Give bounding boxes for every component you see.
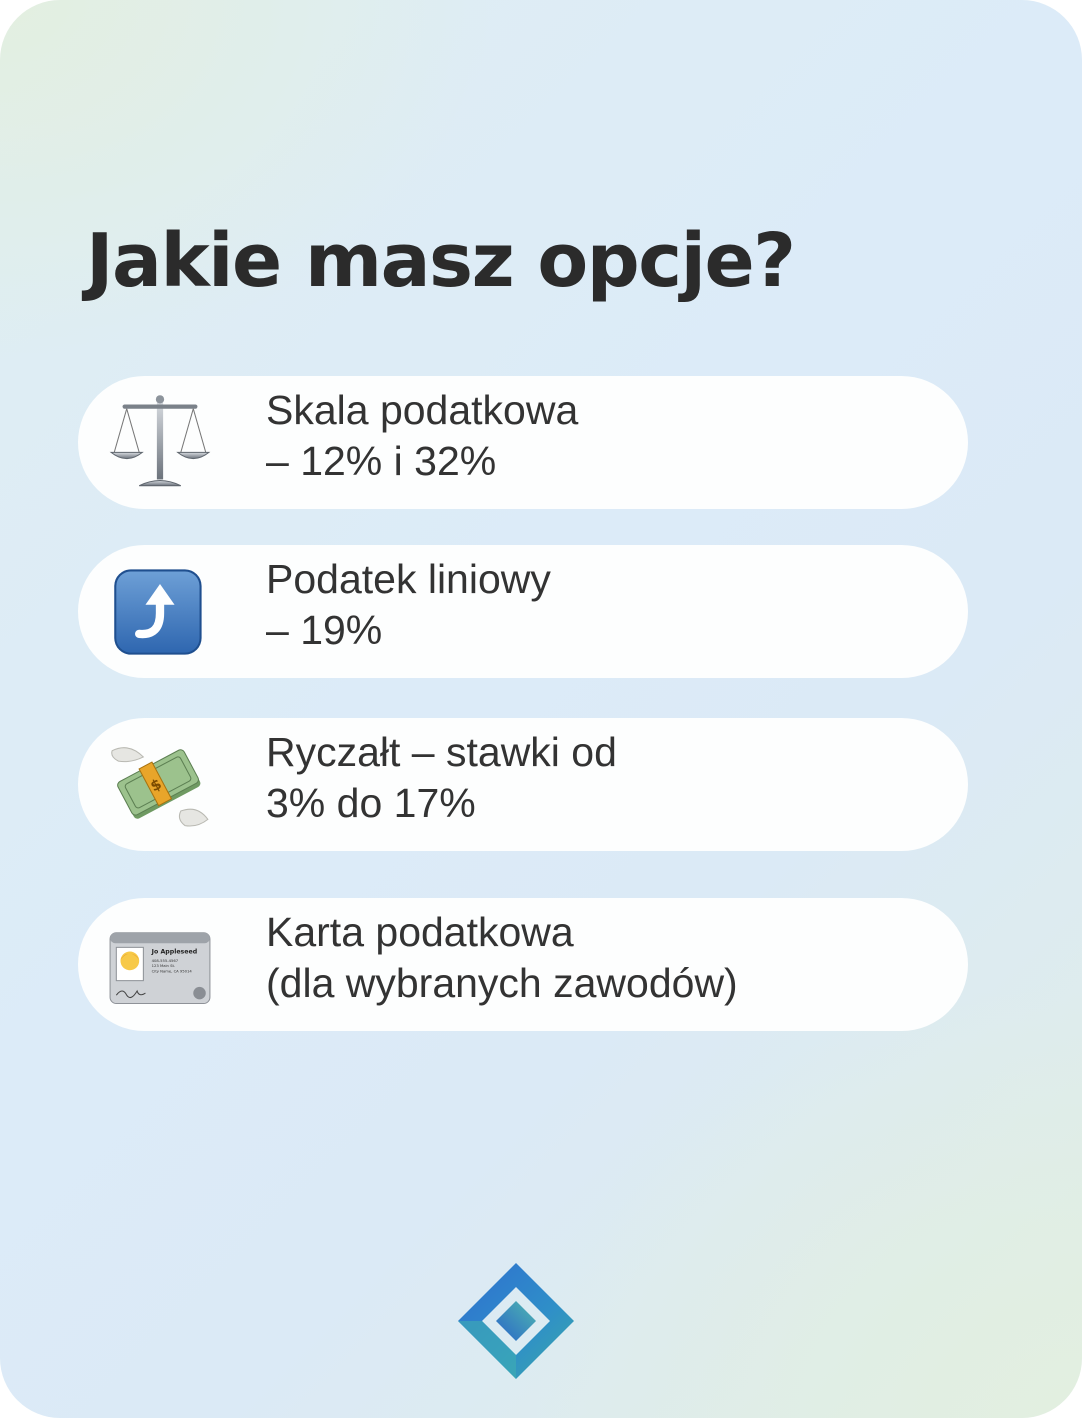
option-rate: – 12% i 32%: [266, 438, 497, 484]
option-label: Skala podatkowa: [266, 387, 579, 433]
card-city: City Name, CA 95014: [152, 969, 193, 973]
option-text: Skala podatkowa – 12% i 32%: [266, 385, 578, 487]
option-karta-podatkowa: Jo Appleseed 408-555-4567 123 Main St. C…: [78, 898, 968, 1031]
option-rate: (dla wybranych zawodów): [266, 960, 738, 1006]
option-text: Karta podatkowa (dla wybranych zawodów): [266, 907, 738, 1009]
money-with-wings-icon: $: [108, 732, 212, 836]
option-text: Ryczałt – stawki od 3% do 17%: [266, 727, 617, 829]
option-skala-podatkowa: Skala podatkowa – 12% i 32%: [78, 376, 968, 509]
option-podatek-liniowy: Podatek liniowy – 19%: [78, 545, 968, 678]
option-ryczalt: $ Ryczałt – stawki od 3% do 17%: [78, 718, 968, 851]
option-label: Karta podatkowa: [266, 909, 574, 955]
infographic-card: Jakie masz opcje? Skala podatkowa – 12% …: [0, 0, 1082, 1418]
card-name: Jo Appleseed: [151, 949, 198, 956]
card-address: 123 Main St.: [152, 964, 175, 968]
option-label: Ryczałt – stawki od: [266, 729, 617, 775]
page-title: Jakie masz opcje?: [86, 218, 796, 304]
arrow-curving-up-icon: [108, 559, 212, 663]
id-card-icon: Jo Appleseed 408-555-4567 123 Main St. C…: [108, 912, 212, 1016]
card-phone: 408-555-4567: [152, 959, 179, 963]
option-rate: – 19%: [266, 607, 383, 653]
option-label: Podatek liniowy: [266, 556, 551, 602]
balance-scale-icon: [108, 390, 212, 494]
option-rate: 3% do 17%: [266, 780, 476, 826]
brand-logo-icon: [456, 1261, 576, 1381]
option-text: Podatek liniowy – 19%: [266, 554, 551, 656]
